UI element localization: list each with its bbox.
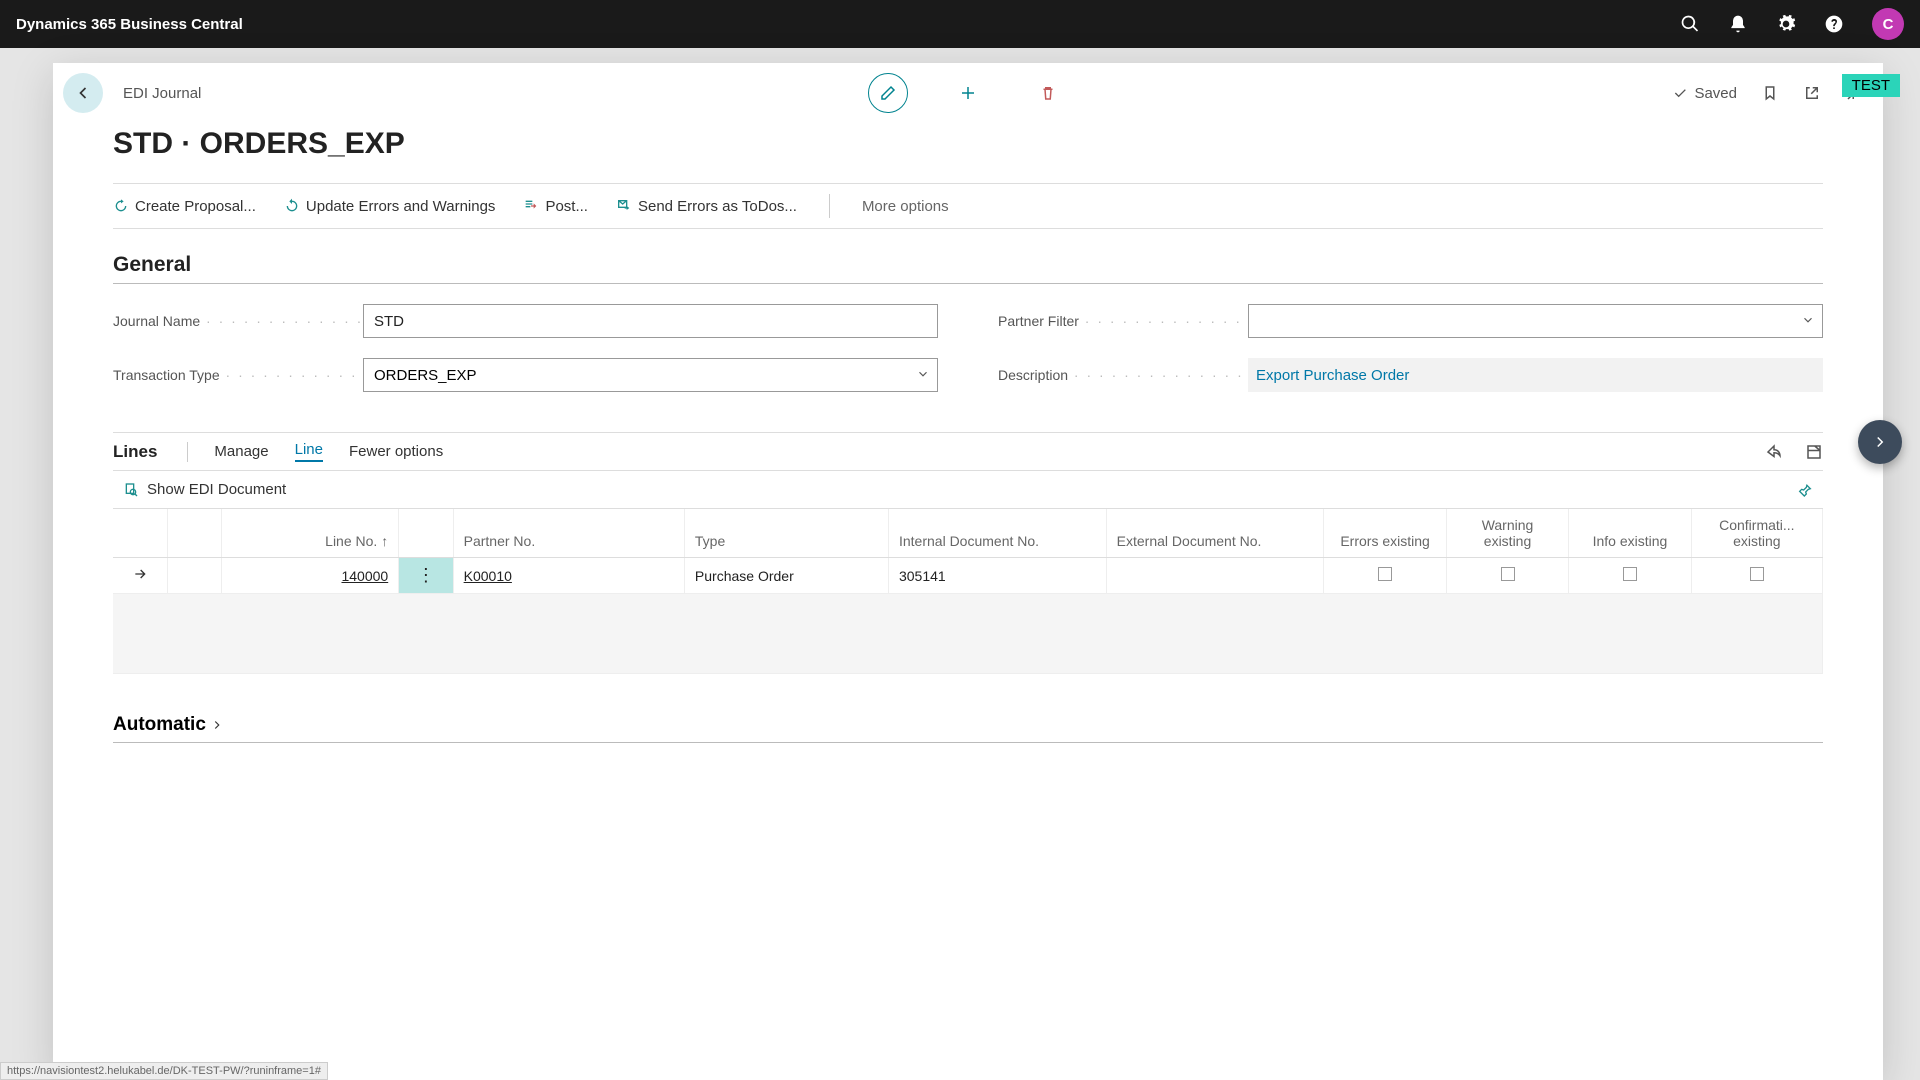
refresh-sparkle-icon [113, 198, 129, 214]
expand-grid-icon[interactable] [1805, 443, 1823, 461]
popout-icon[interactable] [1803, 84, 1821, 102]
new-button[interactable] [948, 73, 988, 113]
manage-tab[interactable]: Manage [214, 443, 268, 460]
table-row[interactable]: 140000 ⋮ K00010 Purchase Order 305141 [113, 558, 1823, 594]
line-tab[interactable]: Line [295, 441, 323, 462]
delete-button[interactable] [1028, 73, 1068, 113]
send-todos-action[interactable]: Send Errors as ToDos... [616, 198, 797, 215]
show-edi-document-action[interactable]: Show EDI Document [123, 481, 286, 498]
bell-icon[interactable] [1728, 14, 1748, 34]
help-icon[interactable] [1824, 14, 1844, 34]
fewer-options-tab[interactable]: Fewer options [349, 443, 443, 460]
line-no-link[interactable]: 140000 [341, 568, 388, 584]
gear-icon[interactable] [1776, 14, 1796, 34]
col-external-doc[interactable]: External Document No. [1106, 509, 1324, 558]
share-icon[interactable] [1765, 443, 1783, 461]
more-options[interactable]: More options [862, 198, 949, 215]
update-errors-action[interactable]: Update Errors and Warnings [284, 198, 496, 215]
product-name: Dynamics 365 Business Central [16, 16, 243, 33]
lines-toolbar: Lines Manage Line Fewer options [113, 432, 1823, 471]
back-button[interactable] [63, 73, 103, 113]
transaction-type-input[interactable] [363, 358, 938, 392]
user-avatar[interactable]: C [1872, 8, 1904, 40]
automatic-section-toggle[interactable]: Automatic [113, 714, 1823, 743]
status-bar-url: https://navisiontest2.helukabel.de/DK-TE… [0, 1062, 328, 1080]
page-title: STD · ORDERS_EXP [113, 127, 1823, 161]
partner-no-link[interactable]: K00010 [464, 568, 512, 584]
type-cell: Purchase Order [684, 558, 888, 594]
partner-filter-input[interactable] [1248, 304, 1823, 338]
global-topbar: Dynamics 365 Business Central C [0, 0, 1920, 48]
lines-grid: Line No. ↑ Partner No. Type Internal Doc… [113, 508, 1823, 674]
post-action[interactable]: Post... [523, 198, 588, 215]
table-header-row: Line No. ↑ Partner No. Type Internal Doc… [113, 509, 1823, 558]
journal-name-label: Journal Name [113, 313, 363, 329]
grid-empty-space [113, 594, 1823, 674]
topbar-actions: C [1680, 8, 1904, 40]
post-icon [523, 198, 539, 214]
card-body: STD · ORDERS_EXP Create Proposal... Upda… [53, 127, 1883, 743]
saved-label: Saved [1694, 85, 1737, 102]
col-errors[interactable]: Errors existing [1324, 509, 1446, 558]
bookmark-icon[interactable] [1761, 84, 1779, 102]
general-section-title: General [113, 253, 1823, 284]
col-info[interactable]: Info existing [1569, 509, 1691, 558]
col-warning[interactable]: Warning existing [1446, 509, 1568, 558]
refresh-icon [284, 198, 300, 214]
confirmation-checkbox[interactable] [1750, 567, 1764, 581]
action-ribbon: Create Proposal... Update Errors and War… [113, 183, 1823, 229]
header-center-actions [868, 73, 1068, 113]
partner-filter-label: Partner Filter [998, 313, 1248, 329]
create-proposal-action[interactable]: Create Proposal... [113, 198, 256, 215]
page-card: EDI Journal Saved STD · ORDERS_EXP [53, 63, 1883, 1080]
lines-title: Lines [113, 442, 188, 462]
environment-badge: TEST [1842, 74, 1900, 97]
general-form: Journal Name Partner Filter Transaction … [113, 304, 1823, 392]
breadcrumb[interactable]: EDI Journal [123, 85, 201, 102]
col-type[interactable]: Type [684, 509, 888, 558]
journal-name-input[interactable] [363, 304, 938, 338]
transaction-type-label: Transaction Type [113, 367, 363, 383]
saved-indicator: Saved [1672, 85, 1737, 102]
header-right: Saved [1672, 84, 1863, 102]
col-partner-no[interactable]: Partner No. [453, 509, 684, 558]
errors-checkbox[interactable] [1378, 567, 1392, 581]
next-record-button[interactable] [1858, 420, 1902, 464]
pin-icon[interactable] [1797, 482, 1813, 498]
card-header: EDI Journal Saved [53, 63, 1883, 123]
ribbon-separator [829, 194, 830, 218]
external-doc-cell [1106, 558, 1324, 594]
warning-checkbox[interactable] [1501, 567, 1515, 581]
vertical-dots-icon: ⋮ [417, 565, 435, 585]
chevron-right-icon [210, 718, 224, 732]
col-line-no[interactable]: Line No. ↑ [222, 509, 399, 558]
col-confirmation[interactable]: Confirmati... existing [1691, 509, 1822, 558]
document-search-icon [123, 482, 139, 498]
description-label: Description [998, 367, 1248, 383]
row-selector-icon[interactable] [113, 558, 167, 594]
info-checkbox[interactable] [1623, 567, 1637, 581]
description-link[interactable]: Export Purchase Order [1248, 358, 1823, 392]
edit-button[interactable] [868, 73, 908, 113]
send-todo-icon [616, 198, 632, 214]
col-internal-doc[interactable]: Internal Document No. [888, 509, 1106, 558]
internal-doc-cell: 305141 [888, 558, 1106, 594]
show-edi-doc-row: Show EDI Document [113, 471, 1823, 508]
search-icon[interactable] [1680, 14, 1700, 34]
row-menu-button[interactable]: ⋮ [399, 558, 453, 594]
